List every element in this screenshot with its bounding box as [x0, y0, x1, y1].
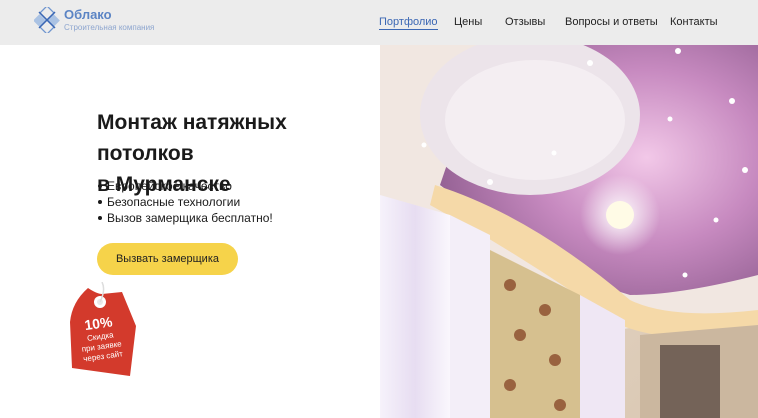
nav-item-prices[interactable]: Цены	[454, 16, 482, 28]
benefits-list: Европейское качество Безопасные технолог…	[98, 178, 273, 226]
call-measurer-button[interactable]: Вызвать замерщика	[97, 243, 238, 275]
nav-item-faq[interactable]: Вопросы и ответы	[565, 16, 658, 28]
site-header: Облако Строительная компания Портфолио Ц…	[0, 0, 758, 45]
benefit-item: Безопасные технологии	[98, 194, 273, 210]
benefit-item: Вызов замерщика бесплатно!	[98, 211, 273, 225]
nav-item-reviews[interactable]: Отзывы	[505, 16, 545, 28]
nav-item-portfolio[interactable]: Портфолио	[379, 16, 438, 30]
nav-item-contacts[interactable]: Контакты	[670, 16, 718, 28]
main-nav: Портфолио Цены Отзывы Вопросы и ответы К…	[0, 16, 758, 32]
benefit-item: Европейское качество	[98, 178, 273, 194]
ceiling-photo-image	[380, 45, 758, 418]
hero-photo	[380, 45, 758, 418]
discount-tag-text: 10% Скидка при заявке через сайт	[58, 309, 147, 389]
hero-title-line1: Монтаж натяжных потолков	[97, 111, 287, 165]
hero-content	[0, 45, 380, 418]
